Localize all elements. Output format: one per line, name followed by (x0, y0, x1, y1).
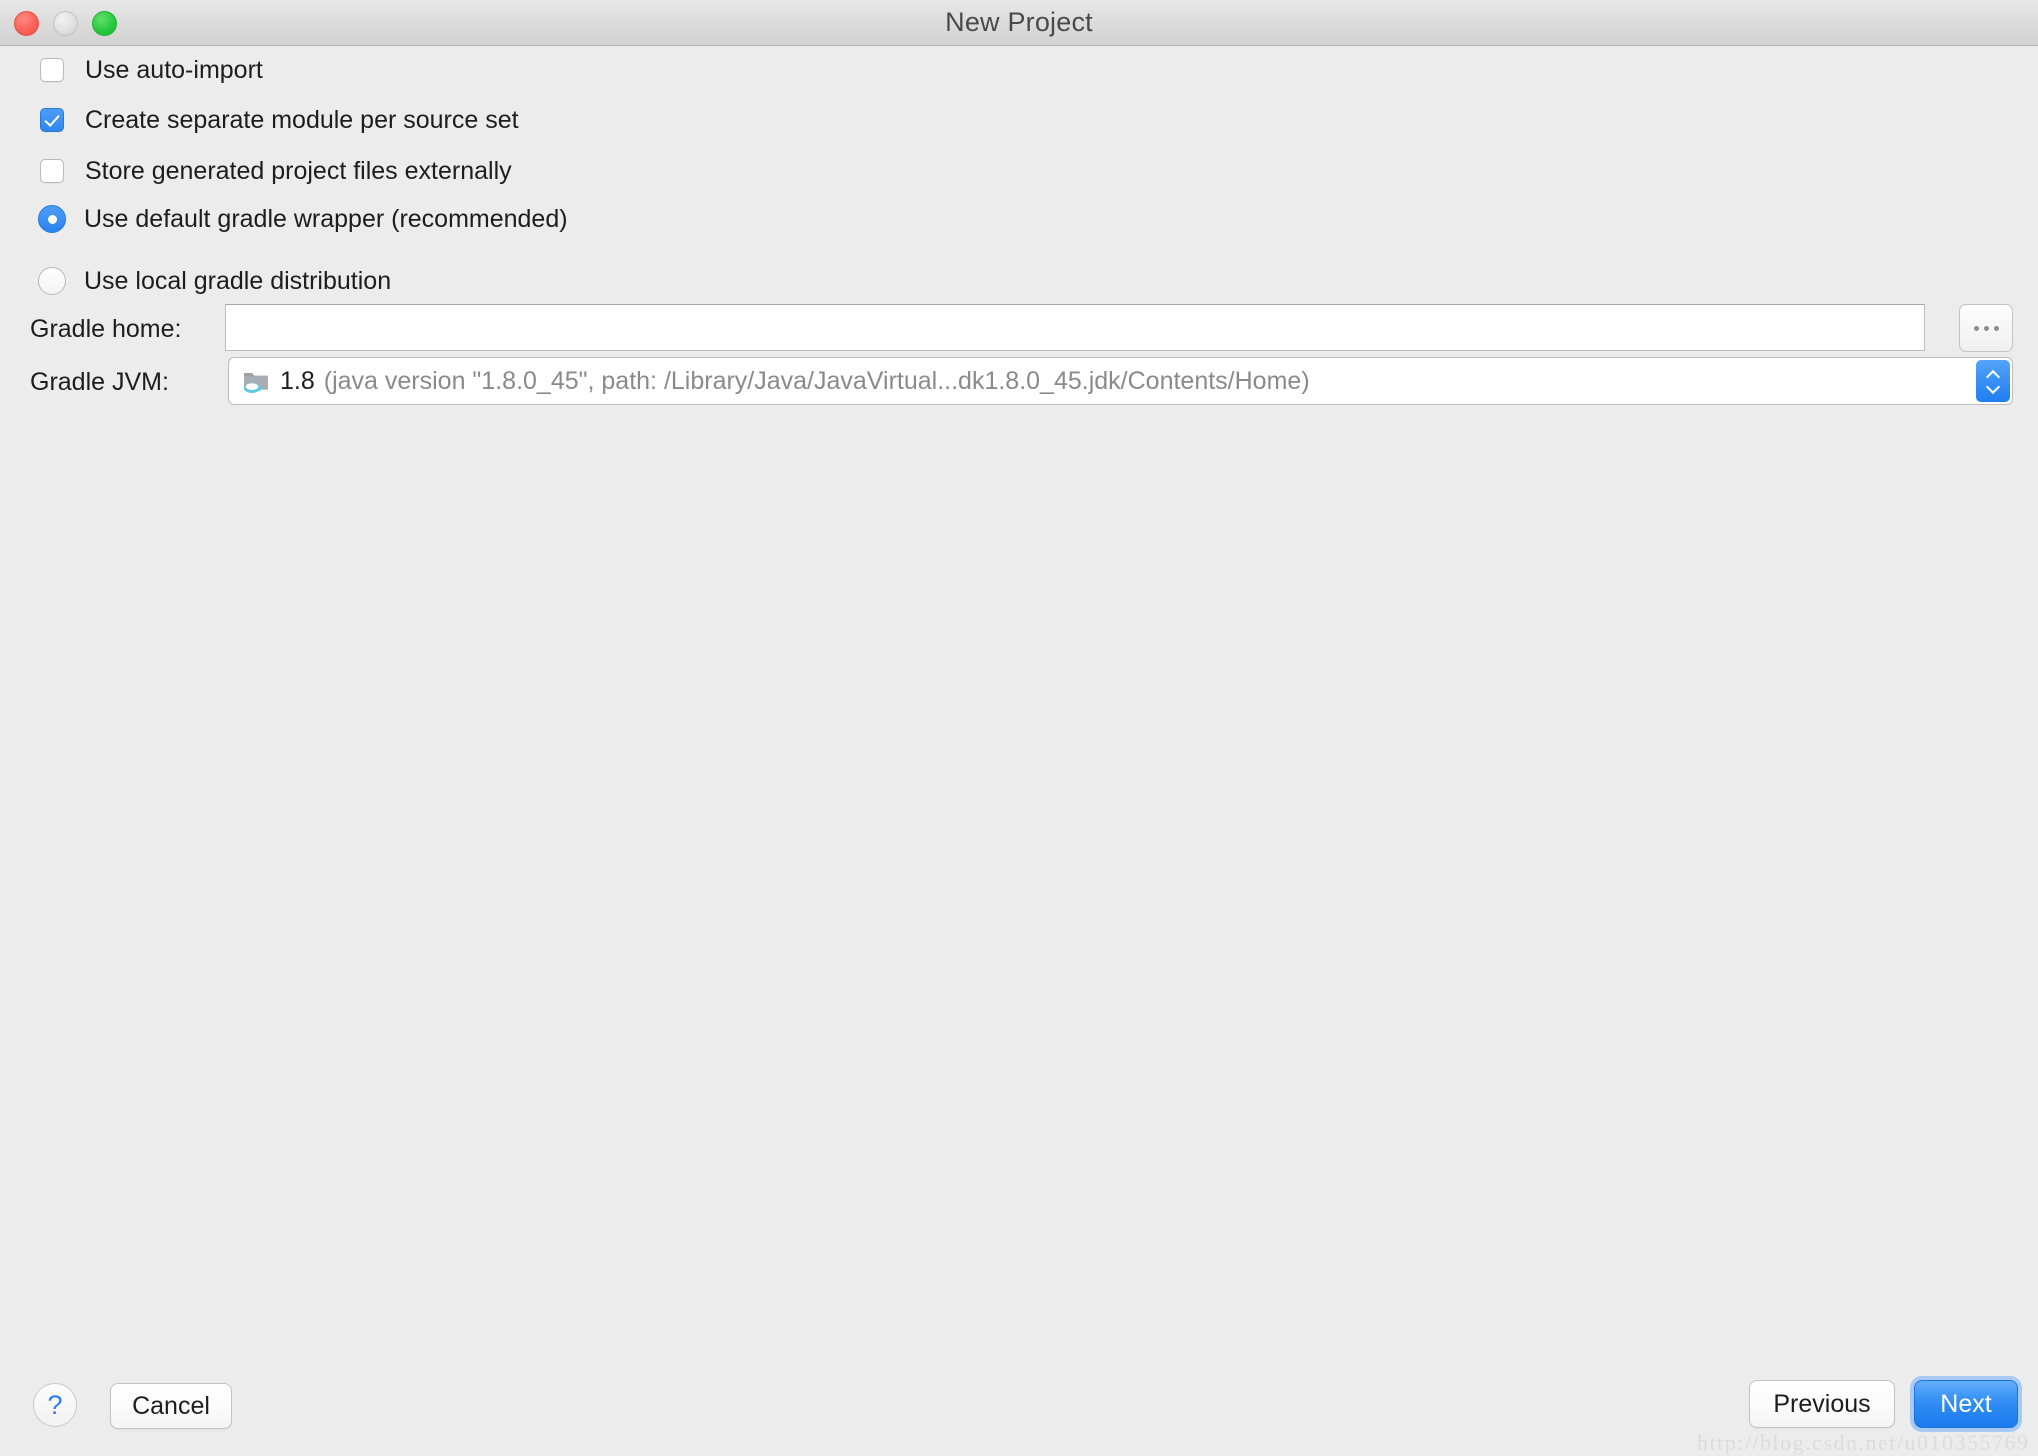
help-button-label: ? (47, 1389, 63, 1420)
new-project-dialog: New Project Use auto-import Create separ… (0, 0, 2038, 1456)
gradle-home-browse-button[interactable] (1959, 304, 2013, 352)
use-auto-import-label: Use auto-import (85, 55, 263, 84)
create-separate-module-label: Create separate module per source set (85, 105, 519, 134)
help-button[interactable]: ? (33, 1383, 77, 1427)
cancel-button-label: Cancel (132, 1391, 210, 1420)
checkbox-row-create-separate-module[interactable]: Create separate module per source set (40, 102, 519, 138)
gradle-jvm-label: Gradle JVM: (30, 368, 169, 396)
use-auto-import-checkbox[interactable] (40, 58, 64, 82)
next-button[interactable]: Next (1914, 1380, 2018, 1428)
window-titlebar: New Project (0, 0, 2038, 46)
chevron-up-icon (1987, 371, 2000, 379)
create-separate-module-checkbox[interactable] (40, 108, 64, 132)
previous-button-label: Previous (1773, 1389, 1871, 1418)
dialog-content: Use auto-import Create separate module p… (0, 46, 2038, 1456)
checkbox-row-use-auto-import[interactable]: Use auto-import (40, 52, 263, 88)
radio-row-local-gradle-distribution[interactable]: Use local gradle distribution (38, 263, 391, 299)
gradle-jvm-value: 1.8 (java version "1.8.0_45", path: /Lib… (229, 367, 1310, 396)
store-generated-files-checkbox[interactable] (40, 159, 64, 183)
window-title: New Project (945, 7, 1093, 37)
ellipsis-dot-icon (1983, 325, 1989, 331)
chevron-down-icon (1987, 383, 2000, 391)
ellipsis-dot-icon (1973, 325, 1979, 331)
gradle-home-input[interactable] (225, 304, 1925, 351)
previous-button[interactable]: Previous (1749, 1380, 1895, 1428)
default-gradle-wrapper-label: Use default gradle wrapper (recommended) (84, 204, 568, 233)
cancel-button[interactable]: Cancel (110, 1383, 232, 1429)
local-gradle-distribution-radio[interactable] (38, 267, 66, 295)
ellipsis-dot-icon (1993, 325, 1999, 331)
gradle-jvm-detail: (java version "1.8.0_45", path: /Library… (323, 366, 1310, 395)
gradle-jvm-stepper[interactable] (1976, 360, 2010, 402)
checkbox-row-store-generated-files[interactable]: Store generated project files externally (40, 153, 512, 189)
gradle-jvm-version: 1.8 (280, 366, 315, 395)
next-button-label: Next (1940, 1389, 1992, 1418)
gradle-jvm-combobox[interactable]: 1.8 (java version "1.8.0_45", path: /Lib… (228, 357, 2013, 405)
default-gradle-wrapper-radio[interactable] (38, 205, 66, 233)
store-generated-files-label: Store generated project files externally (85, 156, 512, 185)
jdk-folder-icon (244, 373, 268, 393)
local-gradle-distribution-label: Use local gradle distribution (84, 266, 392, 295)
radio-row-default-gradle-wrapper[interactable]: Use default gradle wrapper (recommended) (38, 201, 568, 237)
gradle-home-label: Gradle home: (30, 315, 182, 343)
watermark-text: http://blog.csdn.net/u010355769 (1697, 1430, 2030, 1455)
